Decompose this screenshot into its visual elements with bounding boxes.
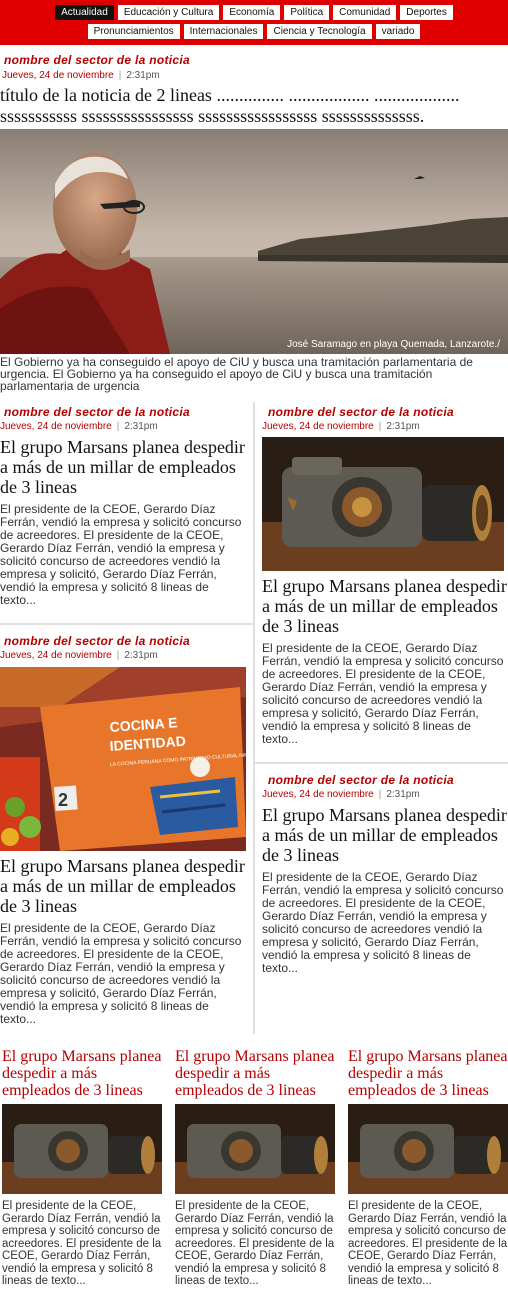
card-photo-book[interactable]: COCINA E IDENTIDAD LA COCINA PERUANA COM…	[0, 667, 246, 851]
camera-thumbnail	[175, 1104, 335, 1194]
nav-item-pronunciamientos[interactable]: Pronunciamientos	[87, 24, 180, 39]
nav-item-actualidad[interactable]: Actualidad	[55, 5, 114, 20]
card-summary: El presidente de la CEOE, Gerardo Díaz F…	[262, 870, 504, 975]
camera-thumbnail	[348, 1104, 508, 1194]
hero-summary: El Gobierno ya ha conseguido el apoyo de…	[0, 355, 473, 393]
camera-image	[262, 437, 504, 571]
card-headline[interactable]: El grupo Marsans planea despedir a más d…	[0, 437, 248, 497]
hero-headline-line2[interactable]: sssssssssss ssssssssssssssss sssssssssss…	[0, 106, 508, 127]
bottom-card-photo[interactable]	[2, 1104, 162, 1194]
card-time: 2:31pm	[386, 789, 420, 800]
card-meta: Jueves, 24 de noviembre | 2:31pm	[0, 421, 248, 432]
book-cover-image: COCINA E IDENTIDAD LA COCINA PERUANA COM…	[0, 667, 246, 851]
camera-thumbnail	[2, 1104, 162, 1194]
card-headline[interactable]: El grupo Marsans planea despedir a más d…	[0, 856, 248, 916]
meta-separator: |	[116, 421, 120, 432]
card-headline[interactable]: El grupo Marsans planea despedir a más d…	[262, 805, 508, 865]
news-card: nombre del sector de la noticia Jueves, …	[262, 405, 508, 746]
card-sector-label[interactable]: nombre del sector de la noticia	[4, 405, 248, 419]
card-sector-label[interactable]: nombre del sector de la noticia	[268, 773, 508, 787]
card-date: Jueves, 24 de noviembre	[0, 650, 112, 661]
hero-headline-line1[interactable]: título de la noticia de 2 lineas .......…	[0, 85, 508, 106]
card-summary: El presidente de la CEOE, Gerardo Díaz F…	[0, 502, 242, 607]
row-divider-left	[0, 623, 253, 625]
news-card: nombre del sector de la noticia Jueves, …	[262, 773, 508, 975]
bottom-card-summary: El presidente de la CEOE, Gerardo Díaz F…	[2, 1200, 162, 1287]
book-number: 2	[58, 790, 68, 810]
bottom-card-headline[interactable]: El grupo Marsans planea despedir a más e…	[348, 1048, 508, 1099]
card-meta: Jueves, 24 de noviembre | 2:31pm	[262, 789, 508, 800]
nav-item-economia[interactable]: Economía	[223, 5, 281, 20]
nav-item-variado[interactable]: variado	[375, 24, 421, 39]
card-meta: Jueves, 24 de noviembre | 2:31pm	[262, 421, 508, 432]
nav-item-educacion[interactable]: Educación y Cultura	[117, 5, 220, 20]
meta-separator: |	[378, 789, 382, 800]
hero-date: Jueves, 24 de noviembre	[2, 70, 114, 81]
card-time: 2:31pm	[386, 421, 420, 432]
hero-sector-label[interactable]: nombre del sector de la noticia	[4, 53, 190, 67]
hero-meta: Jueves, 24 de noviembre | 2:31pm	[2, 70, 160, 81]
bottom-card-summary: El presidente de la CEOE, Gerardo Díaz F…	[175, 1200, 335, 1287]
hero-caption: José Saramago en playa Quemada, Lanzarot…	[287, 339, 500, 350]
column-divider	[253, 402, 255, 1034]
hero-headline[interactable]: título de la noticia de 2 lineas .......…	[0, 85, 508, 127]
card-headline[interactable]: El grupo Marsans planea despedir a más d…	[262, 576, 508, 636]
meta-separator: |	[378, 421, 382, 432]
nav-item-politica[interactable]: Política	[284, 5, 330, 20]
nav-row-2: Pronunciamientos Internacionales Ciencia…	[0, 24, 508, 39]
nav-item-deportes[interactable]: Deportes	[400, 5, 453, 20]
nav-item-internacionales[interactable]: Internacionales	[183, 24, 264, 39]
bottom-card-photo[interactable]	[348, 1104, 508, 1194]
row-divider-right	[255, 762, 508, 764]
hero-photo-graphic: José Saramago en playa Quemada, Lanzarot…	[0, 129, 508, 354]
card-date: Jueves, 24 de noviembre	[262, 789, 374, 800]
bottom-news-card: El grupo Marsans planea despedir a más e…	[348, 1048, 508, 1288]
card-sector-label[interactable]: nombre del sector de la noticia	[268, 405, 508, 419]
hero-time: 2:31pm	[126, 70, 160, 81]
card-summary: El presidente de la CEOE, Gerardo Díaz F…	[0, 921, 242, 1026]
top-navigation: Actualidad Educación y Cultura Economía …	[0, 0, 508, 45]
bottom-news-card: El grupo Marsans planea despedir a más e…	[175, 1048, 335, 1288]
card-summary: El presidente de la CEOE, Gerardo Díaz F…	[262, 641, 504, 746]
nav-item-comunidad[interactable]: Comunidad	[333, 5, 397, 20]
card-sector-label[interactable]: nombre del sector de la noticia	[4, 634, 248, 648]
card-time: 2:31pm	[124, 421, 158, 432]
meta-separator: |	[118, 70, 122, 81]
card-date: Jueves, 24 de noviembre	[262, 421, 374, 432]
meta-separator: |	[116, 650, 120, 661]
bottom-news-card: El grupo Marsans planea despedir a más e…	[2, 1048, 162, 1288]
bottom-card-headline[interactable]: El grupo Marsans planea despedir a más e…	[175, 1048, 335, 1099]
nav-item-ciencia[interactable]: Ciencia y Tecnología	[267, 24, 372, 39]
news-card: nombre del sector de la noticia Jueves, …	[0, 634, 248, 1026]
hero-photo[interactable]: José Saramago en playa Quemada, Lanzarot…	[0, 129, 508, 354]
bottom-card-summary: El presidente de la CEOE, Gerardo Díaz F…	[348, 1200, 508, 1287]
bottom-card-photo[interactable]	[175, 1104, 335, 1194]
nav-row-1: Actualidad Educación y Cultura Economía …	[0, 5, 508, 20]
card-time: 2:31pm	[124, 650, 158, 661]
card-date: Jueves, 24 de noviembre	[0, 421, 112, 432]
card-meta: Jueves, 24 de noviembre | 2:31pm	[0, 650, 248, 661]
bottom-card-headline[interactable]: El grupo Marsans planea despedir a más e…	[2, 1048, 162, 1099]
card-photo-camera[interactable]	[262, 437, 504, 571]
news-card: nombre del sector de la noticia Jueves, …	[0, 405, 248, 607]
